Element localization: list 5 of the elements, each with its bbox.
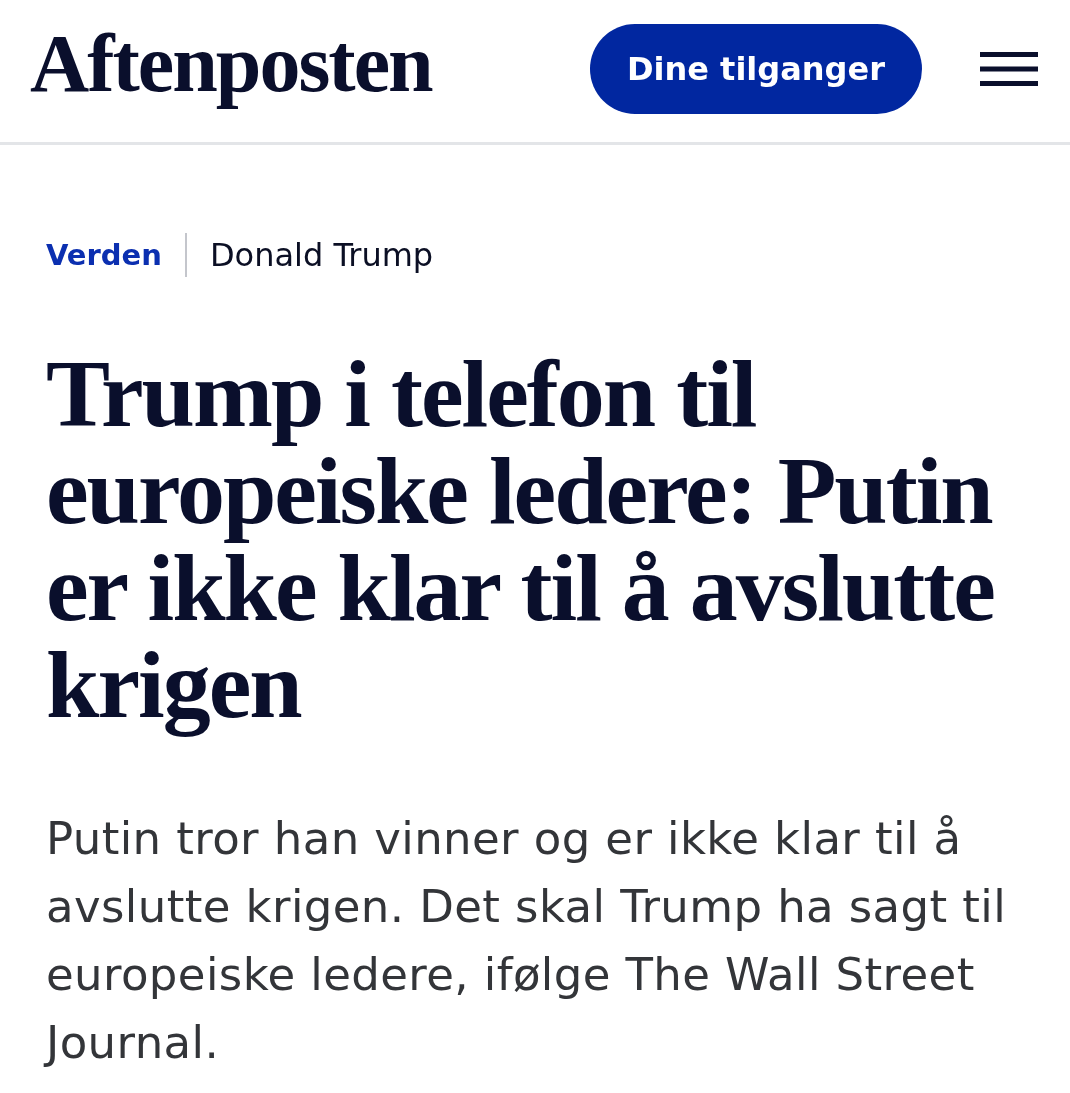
menu-icon[interactable] <box>980 52 1038 86</box>
access-button[interactable]: Dine tilganger <box>589 24 922 114</box>
topic-link[interactable]: Donald Trump <box>209 236 434 274</box>
section-link[interactable]: Verden <box>46 238 162 272</box>
newspaper-logo[interactable]: Aftenposten <box>30 10 436 118</box>
